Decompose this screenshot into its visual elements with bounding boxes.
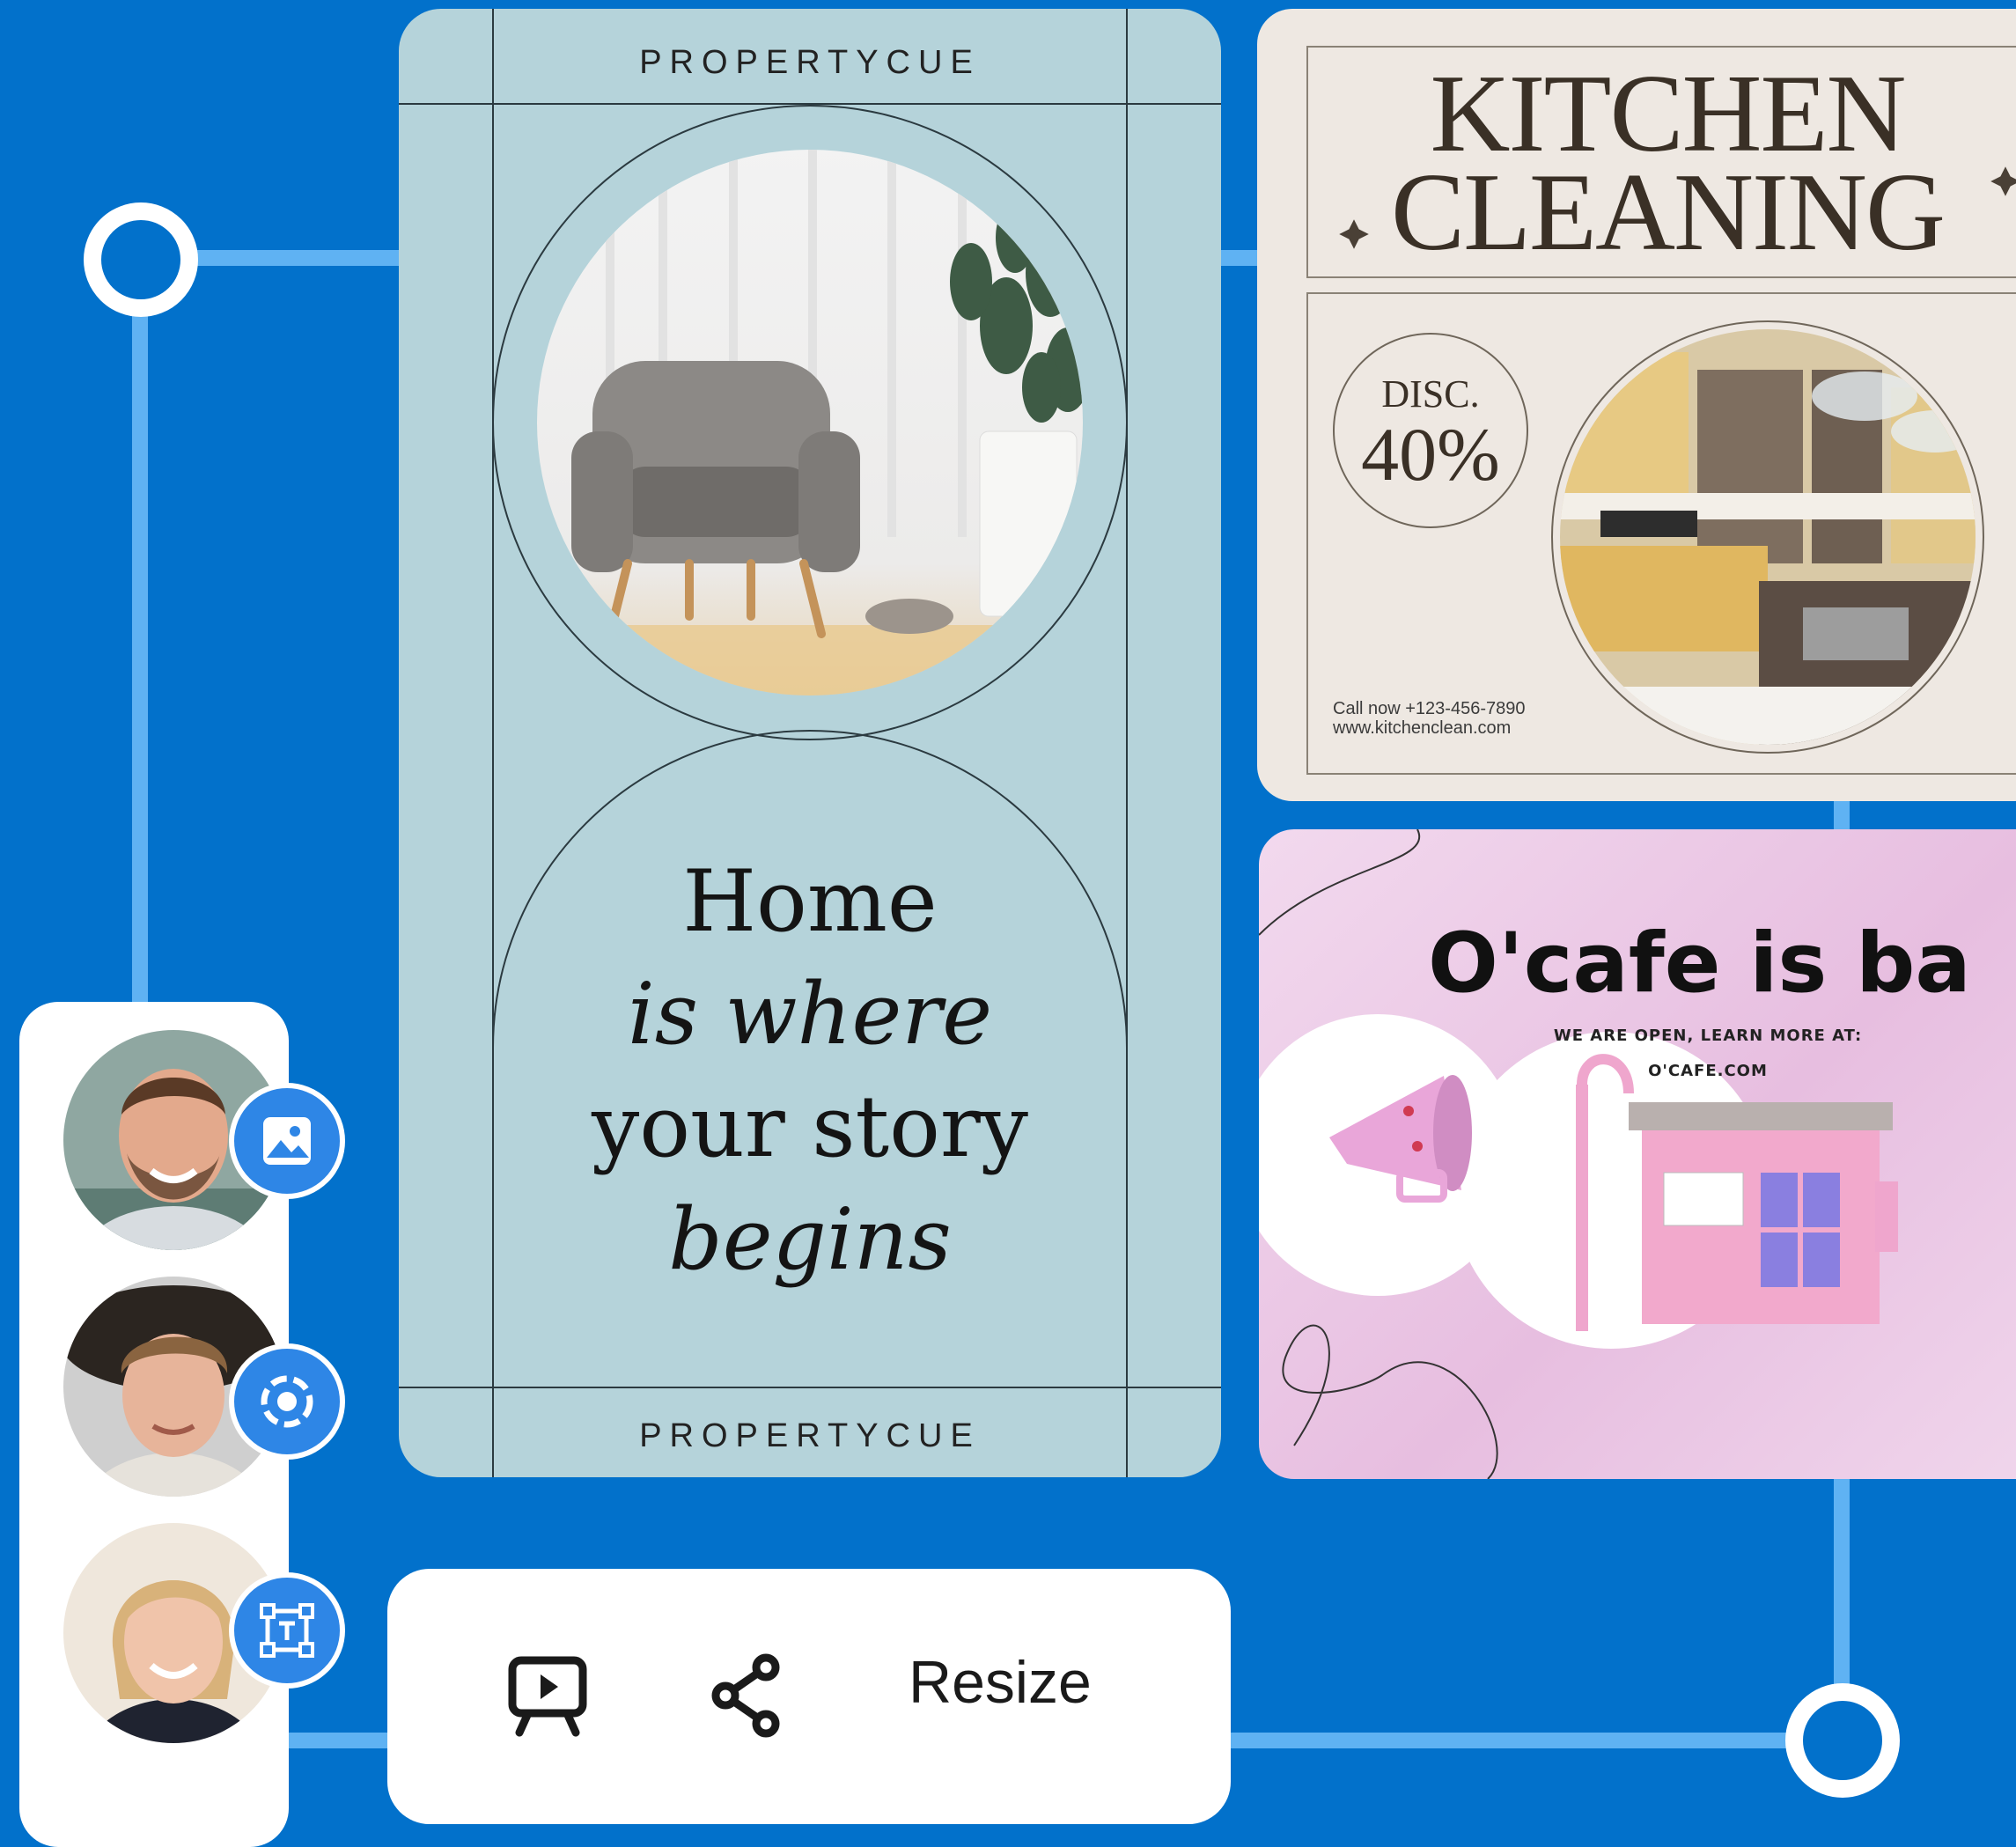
share-icon [711, 1653, 780, 1738]
headline-line-3: your story [591, 1078, 1029, 1176]
connector-node-top-left[interactable] [84, 202, 198, 317]
cafe-design-card[interactable]: O'cafe is ba WE ARE OPEN, LEARN MORE AT:… [1259, 829, 2016, 1479]
property-design-card[interactable]: PROPERTYCUE Home is where your story beg… [399, 9, 1221, 1477]
cafe-subtitle: WE ARE OPEN, LEARN MORE AT: [1553, 1027, 1863, 1045]
cafe-title: O'cafe is ba [1428, 916, 1971, 1012]
share-button[interactable] [708, 1653, 787, 1742]
text-box-icon [260, 1603, 314, 1658]
property-headline: Home is where your story begins [399, 845, 1221, 1296]
connector-line-right-lower [1834, 1475, 1850, 1712]
discount-label: DISC. [1381, 372, 1480, 416]
brand-bottom: PROPERTYCUE [639, 1417, 981, 1454]
presentation-play-icon [508, 1656, 587, 1737]
resize-button[interactable]: Resize [909, 1648, 1092, 1717]
armchair-photo [537, 150, 1083, 695]
kitchen-design-card[interactable]: KITCHEN CLEANING DISC. 40% Call now +123… [1257, 9, 2016, 801]
contact-phone: Call now +123-456-7890 [1333, 699, 1526, 718]
connector-node-bottom-right[interactable] [1785, 1683, 1900, 1798]
present-button[interactable] [505, 1653, 590, 1742]
design-toolbar: Resize [387, 1569, 1231, 1824]
kitchen-photo [1551, 320, 1984, 754]
sparkle-icons [1339, 166, 2016, 249]
cafe-url: O'CAFE.COM [1648, 1062, 1768, 1080]
headline-line-1: Home [682, 852, 938, 951]
brand-top: PROPERTYCUE [639, 44, 981, 81]
connector-line-left [132, 291, 148, 1004]
kitchen-contact: Call now +123-456-7890 www.kitchenclean.… [1333, 699, 1526, 738]
image-tool-badge[interactable] [229, 1083, 345, 1199]
discount-badge: DISC. 40% [1333, 333, 1528, 528]
focus-target-icon [261, 1375, 313, 1428]
image-icon [263, 1117, 311, 1165]
contact-website: www.kitchenclean.com [1333, 718, 1512, 738]
discount-value: 40% [1361, 412, 1500, 497]
collaborator-panel [19, 1002, 345, 1847]
headline-line-2: is where [628, 965, 992, 1063]
headline-line-4: begins [668, 1190, 952, 1289]
animate-tool-badge[interactable] [229, 1343, 345, 1460]
text-tool-badge[interactable] [229, 1572, 345, 1689]
